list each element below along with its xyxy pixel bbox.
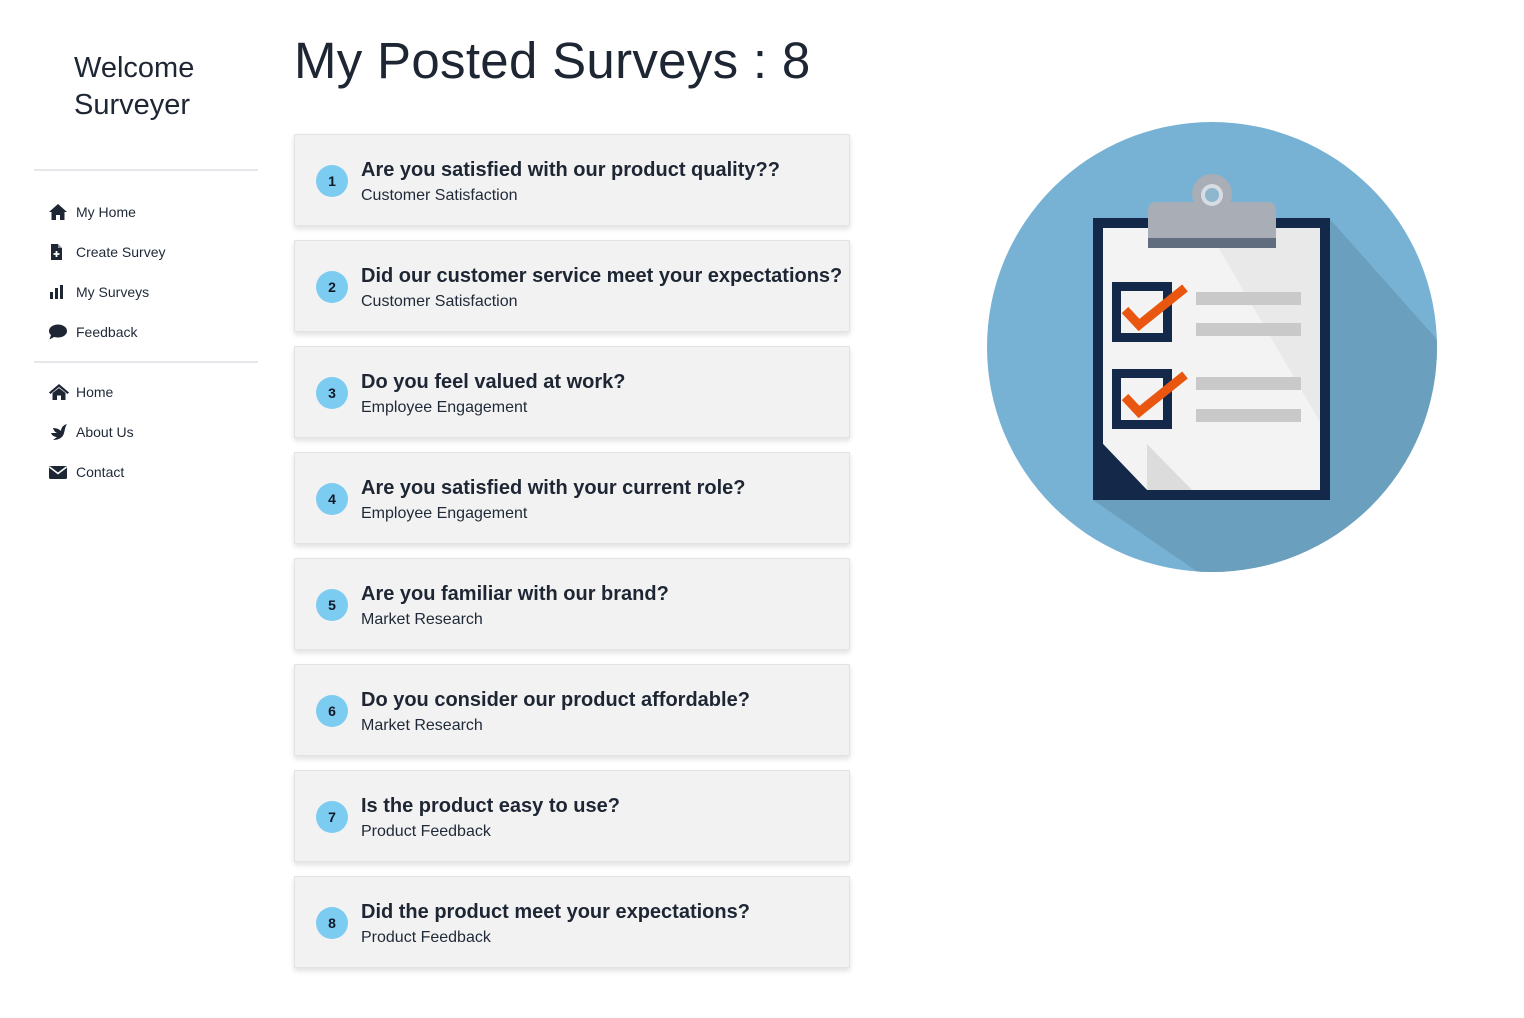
survey-number-badge: 1 (316, 165, 348, 197)
sidebar-item-my-home[interactable]: My Home (48, 192, 248, 232)
survey-card[interactable]: 7 Is the product easy to use? Product Fe… (294, 770, 850, 862)
sidebar-divider (34, 361, 258, 363)
file-plus-icon (48, 243, 70, 261)
page-title: My Posted Surveys : 8 (294, 32, 811, 89)
sidebar-item-label: About Us (76, 424, 134, 440)
sidebar-item-create-survey[interactable]: Create Survey (48, 232, 248, 272)
survey-category: Product Feedback (361, 929, 491, 946)
comment-icon (48, 323, 70, 341)
survey-number-badge: 3 (316, 377, 348, 409)
dove-icon (48, 423, 70, 441)
survey-list: 1 Are you satisfied with our product qua… (294, 134, 850, 982)
survey-number-badge: 5 (316, 589, 348, 621)
sidebar-item-feedback[interactable]: Feedback (48, 312, 248, 352)
survey-category: Employee Engagement (361, 399, 528, 416)
survey-card[interactable]: 3 Do you feel valued at work? Employee E… (294, 346, 850, 438)
sidebar-divider (34, 169, 258, 171)
survey-question: Are you familiar with our brand? (361, 583, 669, 605)
envelope-icon (48, 463, 70, 481)
survey-card[interactable]: 4 Are you satisfied with your current ro… (294, 452, 850, 544)
survey-question: Are you satisfied with our product quali… (361, 159, 780, 181)
survey-number-badge: 8 (316, 907, 348, 939)
sidebar-item-my-surveys[interactable]: My Surveys (48, 272, 248, 312)
sidebar-item-label: Contact (76, 464, 125, 480)
survey-card[interactable]: 2 Did our customer service meet your exp… (294, 240, 850, 332)
survey-question: Do you feel valued at work? (361, 371, 626, 393)
survey-category: Market Research (361, 717, 483, 734)
survey-number-badge: 7 (316, 801, 348, 833)
survey-card[interactable]: 1 Are you satisfied with our product qua… (294, 134, 850, 226)
survey-card[interactable]: 5 Are you familiar with our brand? Marke… (294, 558, 850, 650)
survey-question: Did the product meet your expectations? (361, 901, 750, 923)
secondary-nav: Home About Us Contact (48, 372, 248, 492)
sidebar-item-contact[interactable]: Contact (48, 452, 248, 492)
survey-question: Did our customer service meet your expec… (361, 265, 843, 287)
sidebar-item-label: Create Survey (76, 244, 166, 260)
primary-nav: My Home Create Survey My Surveys Feedbac… (48, 192, 248, 352)
survey-category: Employee Engagement (361, 505, 528, 522)
survey-category: Market Research (361, 611, 483, 628)
house-icon (48, 383, 70, 401)
sidebar-item-about-us[interactable]: About Us (48, 412, 248, 452)
survey-category: Customer Satisfaction (361, 187, 518, 204)
survey-card[interactable]: 8 Did the product meet your expectations… (294, 876, 850, 968)
bar-chart-icon (48, 283, 70, 301)
survey-question: Do you consider our product affordable? (361, 689, 750, 711)
sidebar-item-label: Feedback (76, 324, 138, 340)
sidebar-item-label: My Surveys (76, 284, 150, 300)
survey-question: Is the product easy to use? (361, 795, 620, 817)
survey-number-badge: 6 (316, 695, 348, 727)
home-icon (48, 203, 70, 221)
clipboard-checklist-icon (987, 122, 1437, 572)
sidebar: Welcome Surveyer My Home Create Survey M… (0, 0, 258, 1018)
survey-question: Are you satisfied with your current role… (361, 477, 746, 499)
sidebar-item-label: Home (76, 384, 114, 400)
survey-number-badge: 4 (316, 483, 348, 515)
survey-number-badge: 2 (316, 271, 348, 303)
sidebar-item-home[interactable]: Home (48, 372, 248, 412)
sidebar-item-label: My Home (76, 204, 136, 220)
survey-category: Customer Satisfaction (361, 293, 518, 310)
survey-card[interactable]: 6 Do you consider our product affordable… (294, 664, 850, 756)
welcome-heading: Welcome Surveyer (74, 52, 195, 121)
survey-category: Product Feedback (361, 823, 491, 840)
